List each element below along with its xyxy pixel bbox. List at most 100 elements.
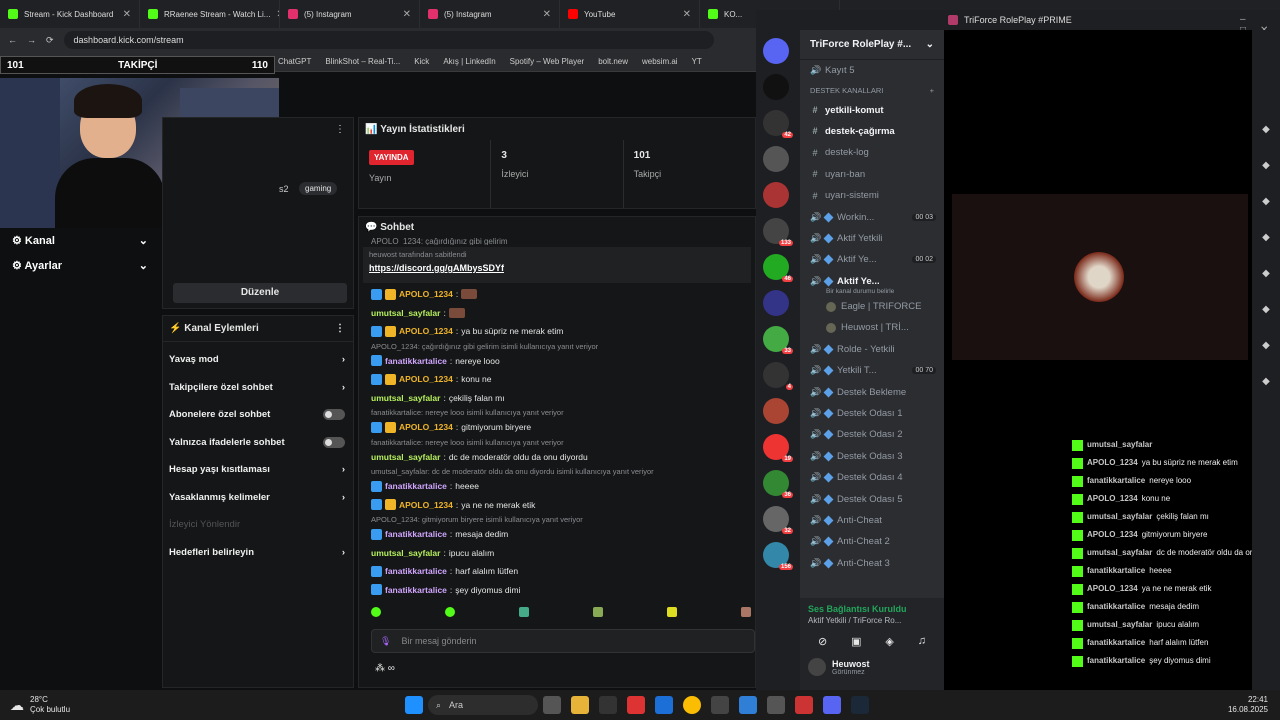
chat-message[interactable]: APOLO_1234: ya bu süpriz ne merak etim [371,322,755,341]
chat-username[interactable]: fanatikkartalice [385,581,447,600]
popout-chat-message[interactable]: umutsal_sayfalar dc de moderatör oldu da … [1072,544,1272,562]
app-icon[interactable] [711,696,729,714]
channel-item[interactable]: 🔊 Anti-Cheat [800,510,944,531]
stack-icon[interactable]: ◆ [1252,340,1280,362]
emote-icon[interactable] [667,607,677,617]
server-header[interactable]: TriForce RolePlay #... ⌄ [800,30,944,60]
server-icon[interactable] [763,398,789,424]
channel-item[interactable]: 🔊 Anti-Cheat 2 [800,531,944,552]
chat-username[interactable]: APOLO_1234 [399,496,453,515]
soundboard-icon[interactable]: ♫ [918,635,926,648]
channel-item[interactable]: 🔊 Workin... 00 03 [800,206,944,227]
chat-username[interactable]: umutsal_sayfalar [371,448,440,467]
chat-message[interactable]: fanatikkartalice: heeee [371,477,755,496]
bookmark-item[interactable]: BlinkShot – Real-Ti... [325,57,400,66]
vscode-icon[interactable] [739,696,757,714]
server-icon[interactable]: 133 [763,218,793,246]
chat-message[interactable]: APOLO_1234: gitmiyorum biryere [371,418,755,437]
close-icon[interactable]: ✕ [403,9,411,20]
channel-item[interactable]: 🔊 Destek Odası 2 [800,424,944,445]
action-item[interactable]: Hedefleri belirleyin › [163,539,353,567]
reload-icon[interactable]: ⟳ [46,35,54,46]
task-view-icon[interactable] [543,696,561,714]
channel-item[interactable]: 🔊 Destek Odası 4 [800,467,944,488]
chat-message[interactable]: umutsal_sayfalar: çekiliş falan mı [371,389,755,408]
browser-tab[interactable]: (5) Instagram ✕ [280,0,420,28]
emote-icon[interactable] [519,607,529,617]
chat-username[interactable]: fanatikkartalice [385,477,447,496]
emote-icon[interactable] [445,607,455,617]
chat-username[interactable]: fanatikkartalice [385,525,447,544]
channel-item[interactable]: # uyarı-ban [800,164,944,185]
more-icon[interactable]: ⋮ [335,124,345,135]
bolt-icon[interactable]: ◆ [1252,232,1280,254]
sidebar-item-kanal[interactable]: ⚙ Kanal ⌄ [0,228,160,253]
tag-chip[interactable]: gaming [299,182,338,195]
chat-message[interactable]: fanatikkartalice: şey diyomus dimi [371,581,755,600]
toggle-switch[interactable] [323,436,345,448]
activity-icon[interactable]: ◈ [885,635,893,648]
popout-chat-message[interactable]: APOLO_1234 ya ne ne merak etik [1072,580,1272,598]
chat-username[interactable]: APOLO_1234 [399,285,453,304]
emote-icon[interactable] [371,607,381,617]
app-icon[interactable] [795,696,813,714]
channel-item[interactable]: 🔊 Yetkili T... 00 70 [800,360,944,381]
server-icon[interactable]: 33 [763,326,793,354]
channel-item[interactable]: Eagle | TRIFORCE [800,296,944,317]
steam-icon[interactable] [851,696,869,714]
action-item[interactable]: Takipçilere özel sohbet › [163,374,353,402]
pinned-link[interactable]: https://discord.gg/gAMbysSDYf [369,263,745,273]
app-icon[interactable] [627,696,645,714]
channel-item[interactable]: Heuwost | TRİ... [800,317,944,338]
edit-button[interactable]: Düzenle [173,283,347,303]
popout-chat-message[interactable]: fanatikkartalice şey diyomus dimi [1072,652,1272,670]
popout-chat-message[interactable]: APOLO_1234 konu ne [1072,490,1272,508]
popout-chat-message[interactable]: fanatikkartalice mesaja dedim [1072,598,1272,616]
channel-item[interactable]: 🔊 Destek Bekleme [800,381,944,402]
camera-icon[interactable]: ⊘ [818,635,827,648]
server-icon[interactable]: 4 [763,362,793,390]
forward-icon[interactable]: → [27,35,36,45]
edit-icon[interactable]: ◆ [1252,160,1280,182]
server-icon[interactable] [763,146,789,172]
action-item[interactable]: Yasaklanmış kelimeler › [163,484,353,512]
channel-item[interactable]: # destek-çağırma [800,121,944,142]
channel-item[interactable]: 🔊 Aktif Yetkili [800,228,944,249]
server-icon[interactable]: 46 [763,254,793,282]
chat-username[interactable]: APOLO_1234 [399,370,453,389]
chat-message[interactable]: fanatikkartalice: nereye looo [371,352,755,371]
channel-item[interactable]: 🔊 Aktif Ye... 00 02 [800,249,944,270]
browser-tab[interactable]: RRaenee Stream - Watch Li...✕ [140,0,280,28]
bookmark-item[interactable]: YT [692,57,702,66]
popout-chat-message[interactable]: APOLO_1234 ya bu süpriz ne merak etim [1072,454,1272,472]
server-icon[interactable]: 36 [763,470,793,498]
action-item[interactable]: İzleyici Yönlendir [163,511,353,539]
chat-message[interactable]: fanatikkartalice: mesaja dedim [371,525,755,544]
bookmark-item[interactable]: bolt.new [598,57,628,66]
popout-chat-message[interactable]: umutsal_sayfalar ipucu alalım [1072,616,1272,634]
taskbar-search[interactable]: ⌕ Ara [428,695,538,715]
browser-tab[interactable]: (5) Instagram ✕ [420,0,560,28]
bookmark-item[interactable]: Akış | LinkedIn [443,57,495,66]
back-icon[interactable]: ← [8,35,17,45]
channel-item[interactable]: 🔊 Destek Odası 3 [800,446,944,467]
clock[interactable]: 22:41 16.08.2025 [1228,695,1280,715]
wrench-icon[interactable]: ◆ [1252,376,1280,398]
popout-chat-message[interactable]: umutsal_sayfalar [1072,436,1272,454]
server-icon[interactable] [763,74,789,100]
chat-message[interactable]: umutsal_sayfalar: dc de moderatör oldu da… [371,448,755,467]
emote-icon[interactable] [741,607,751,617]
chat-username[interactable]: fanatikkartalice [385,352,447,371]
toggle-switch[interactable] [323,409,345,421]
edge-icon[interactable] [655,696,673,714]
category-header[interactable]: DESTEK KANALLARI + [800,81,944,99]
chat-username[interactable]: APOLO_1234 [399,322,453,341]
channel-item[interactable]: 🔊 Kayıt 5 [800,60,944,81]
close-icon[interactable]: ✕ [683,9,691,20]
channel-item[interactable]: # uyarı-sistemi [800,185,944,206]
bookmark-item[interactable]: Kick [414,57,429,66]
broadcast-icon[interactable]: ◆ [1252,304,1280,326]
action-item[interactable]: Abonelere özel sohbet [163,401,353,429]
channel-item[interactable]: 🔊 Destek Odası 5 [800,488,944,509]
chat-username[interactable]: umutsal_sayfalar [371,304,440,323]
